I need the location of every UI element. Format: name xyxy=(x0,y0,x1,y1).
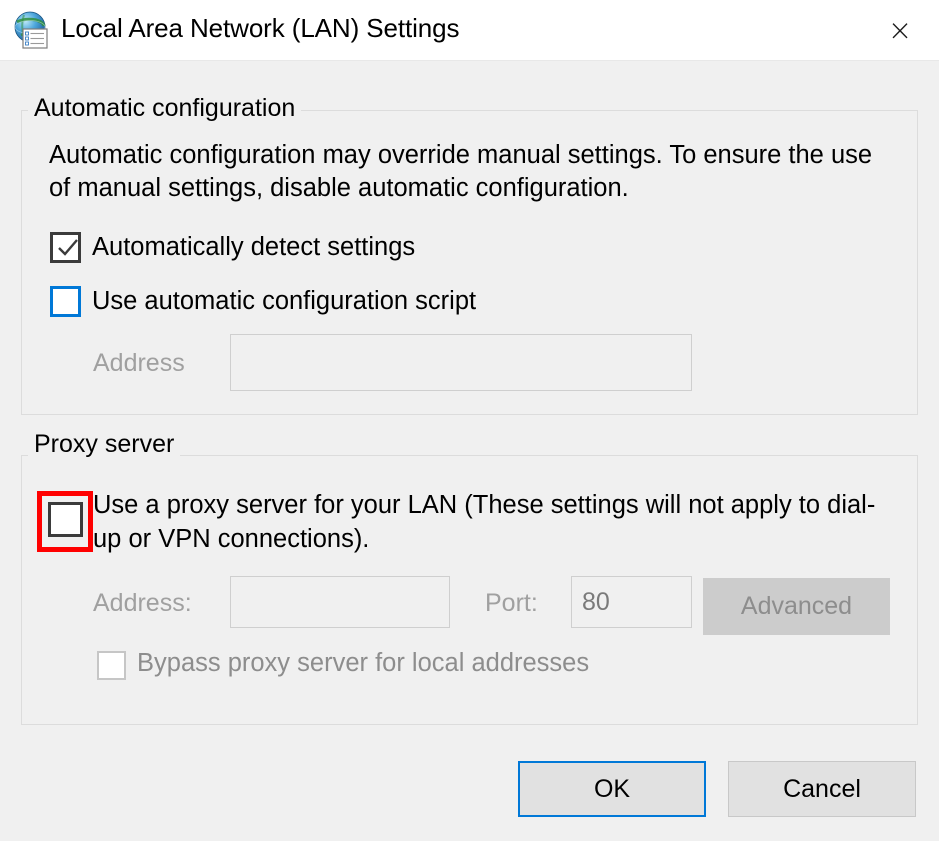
proxy-address-input[interactable] xyxy=(230,576,450,628)
proxy-port-label: Port: xyxy=(485,589,538,618)
auto-detect-settings-label[interactable]: Automatically detect settings xyxy=(92,231,415,264)
title-bar: Local Area Network (LAN) Settings × xyxy=(0,0,939,61)
checkmark-icon xyxy=(56,237,80,259)
automatic-configuration-description: Automatic configuration may override man… xyxy=(49,139,894,205)
auto-config-address-input[interactable] xyxy=(230,334,692,391)
auto-detect-settings-checkbox[interactable] xyxy=(50,232,81,263)
advanced-button[interactable]: Advanced xyxy=(703,578,890,635)
auto-config-address-label: Address xyxy=(93,349,185,378)
close-button[interactable]: × xyxy=(861,0,939,60)
use-configuration-script-checkbox[interactable] xyxy=(50,286,81,317)
use-proxy-server-label[interactable]: Use a proxy server for your LAN (These s… xyxy=(93,488,883,556)
proxy-address-label: Address: xyxy=(93,589,192,618)
page-title: Local Area Network (LAN) Settings xyxy=(61,13,459,44)
bypass-proxy-label[interactable]: Bypass proxy server for local addresses xyxy=(137,647,589,680)
close-icon: × xyxy=(888,16,912,45)
lan-settings-icon xyxy=(11,10,53,50)
ok-button[interactable]: OK xyxy=(518,761,706,817)
proxy-server-legend: Proxy server xyxy=(28,430,180,459)
automatic-configuration-legend: Automatic configuration xyxy=(28,94,301,123)
bypass-proxy-checkbox[interactable] xyxy=(97,651,126,680)
use-proxy-server-checkbox[interactable] xyxy=(48,502,83,537)
use-configuration-script-label[interactable]: Use automatic configuration script xyxy=(92,285,476,318)
proxy-port-input[interactable]: 80 xyxy=(571,576,692,628)
cancel-button[interactable]: Cancel xyxy=(728,761,916,817)
